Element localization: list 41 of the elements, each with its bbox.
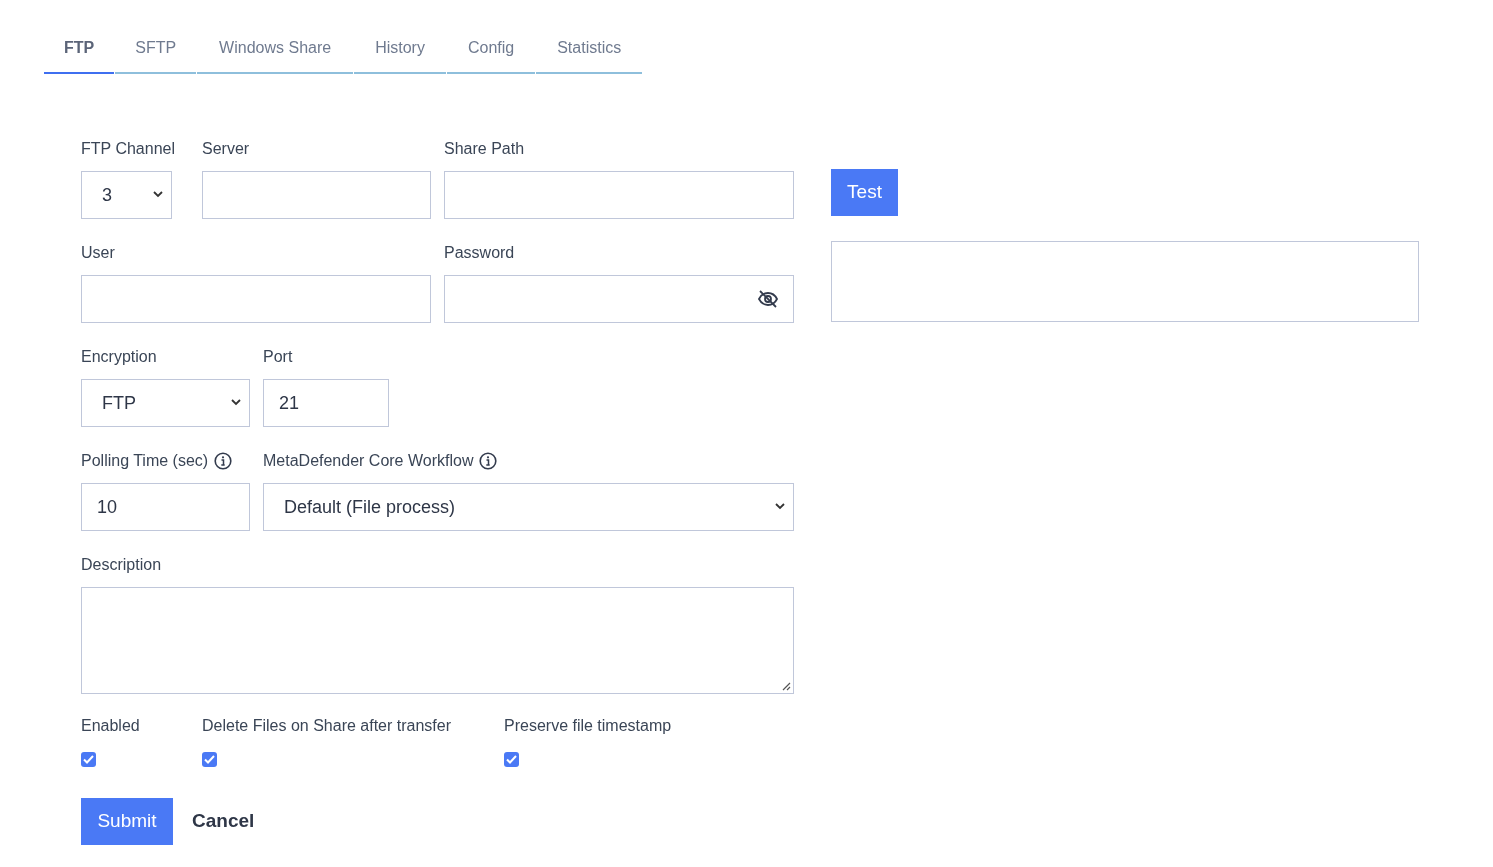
field-label: Polling Time (sec) xyxy=(81,451,209,471)
input-field[interactable]: 21 xyxy=(263,379,389,427)
input-field[interactable]: 10 xyxy=(81,483,250,531)
checkbox-label: Delete Files on Share after transfer xyxy=(202,716,451,736)
tab[interactable]: Config xyxy=(446,30,536,74)
field-label: User xyxy=(81,243,115,263)
eye-off-icon[interactable] xyxy=(757,289,779,309)
password-field[interactable] xyxy=(444,275,794,323)
field-label: Encryption xyxy=(81,347,157,367)
resize-handle-icon[interactable] xyxy=(781,681,791,691)
checkbox[interactable] xyxy=(202,752,217,767)
tab[interactable]: SFTP xyxy=(115,30,197,74)
field-label: MetaDefender Core Workflow xyxy=(263,451,474,471)
field-label: FTP Channel xyxy=(81,139,175,159)
info-icon[interactable] xyxy=(479,452,498,470)
field-label: Share Path xyxy=(444,139,525,159)
cancel-button[interactable]: Cancel xyxy=(192,807,255,836)
chevron-down-icon xyxy=(153,191,163,198)
tab[interactable]: Windows Share xyxy=(197,30,354,74)
info-icon[interactable] xyxy=(214,452,233,470)
input-field[interactable] xyxy=(81,275,431,323)
submit-button[interactable]: Submit xyxy=(81,798,173,845)
test-button[interactable]: Test xyxy=(831,169,898,216)
field-label: Password xyxy=(444,243,515,263)
tab[interactable]: FTP xyxy=(44,30,115,74)
input-field[interactable] xyxy=(202,171,431,219)
dropdown[interactable]: 3 xyxy=(81,171,172,219)
field-label: Port xyxy=(263,347,293,367)
checkbox[interactable] xyxy=(81,752,96,767)
checkbox-label: Preserve file timestamp xyxy=(504,716,672,736)
dropdown[interactable]: Default (File process) xyxy=(263,483,794,531)
checkbox[interactable] xyxy=(504,752,519,767)
field-label: Server xyxy=(202,139,250,159)
tab[interactable]: History xyxy=(354,30,446,74)
input-field[interactable] xyxy=(444,171,794,219)
checkbox-label: Enabled xyxy=(81,716,140,736)
field-label: Description xyxy=(81,555,163,575)
chevron-down-icon xyxy=(231,399,241,406)
tab[interactable]: Statistics xyxy=(536,30,643,74)
chevron-down-icon xyxy=(775,503,785,510)
dropdown[interactable]: FTP xyxy=(81,379,250,427)
